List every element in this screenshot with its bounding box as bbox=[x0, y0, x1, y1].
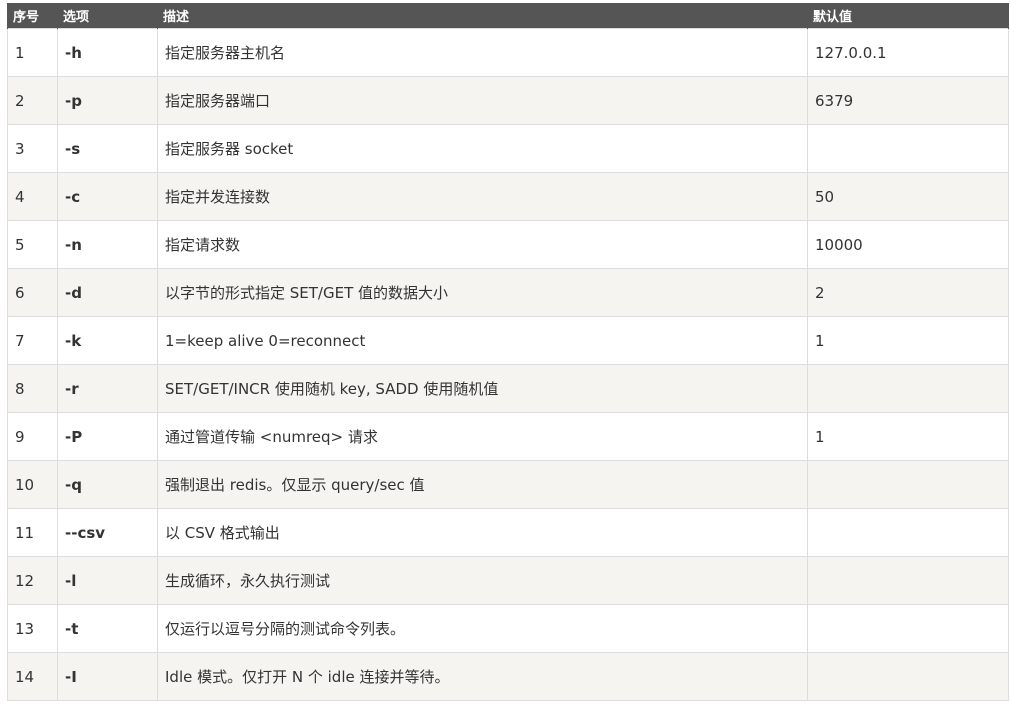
cell-option: -s bbox=[57, 124, 158, 173]
cell-default: 1 bbox=[807, 412, 1009, 461]
cell-default bbox=[807, 508, 1009, 557]
cell-option: -r bbox=[57, 364, 158, 413]
table-row: 7 -k 1=keep alive 0=reconnect 1 bbox=[7, 316, 1009, 365]
cell-index: 10 bbox=[7, 460, 58, 509]
cell-description: Idle 模式。仅打开 N 个 idle 连接并等待。 bbox=[157, 652, 808, 701]
cell-default bbox=[807, 364, 1009, 413]
cell-option: -c bbox=[57, 172, 158, 221]
cell-description: 指定请求数 bbox=[157, 220, 808, 269]
cell-option: -t bbox=[57, 604, 158, 653]
cell-option: -P bbox=[57, 412, 158, 461]
cell-default bbox=[807, 652, 1009, 701]
table-body: 1 -h 指定服务器主机名 127.0.0.1 2 -p 指定服务器端口 637… bbox=[7, 28, 1009, 701]
table-row: 4 -c 指定并发连接数 50 bbox=[7, 172, 1009, 221]
table-row: 11 --csv 以 CSV 格式输出 bbox=[7, 508, 1009, 557]
cell-description: 指定服务器端口 bbox=[157, 76, 808, 125]
cell-index: 8 bbox=[7, 364, 58, 413]
cell-default: 10000 bbox=[807, 220, 1009, 269]
cell-index: 2 bbox=[7, 76, 58, 125]
cell-index: 4 bbox=[7, 172, 58, 221]
header-description: 描述 bbox=[157, 3, 808, 29]
cell-option: -q bbox=[57, 460, 158, 509]
cell-description: 以 CSV 格式输出 bbox=[157, 508, 808, 557]
table-row: 9 -P 通过管道传输 <numreq> 请求 1 bbox=[7, 412, 1009, 461]
cell-description: 1=keep alive 0=reconnect bbox=[157, 316, 808, 365]
header-index: 序号 bbox=[7, 3, 58, 29]
cell-index: 9 bbox=[7, 412, 58, 461]
cell-index: 5 bbox=[7, 220, 58, 269]
cell-option: -I bbox=[57, 652, 158, 701]
cell-default: 2 bbox=[807, 268, 1009, 317]
cell-default: 1 bbox=[807, 316, 1009, 365]
header-option: 选项 bbox=[57, 3, 158, 29]
cell-description: 仅运行以逗号分隔的测试命令列表。 bbox=[157, 604, 808, 653]
table-header: 序号 选项 描述 默认值 bbox=[7, 3, 1009, 29]
cell-default bbox=[807, 460, 1009, 509]
cell-index: 13 bbox=[7, 604, 58, 653]
cell-description: 以字节的形式指定 SET/GET 值的数据大小 bbox=[157, 268, 808, 317]
cell-description: 指定并发连接数 bbox=[157, 172, 808, 221]
cell-index: 11 bbox=[7, 508, 58, 557]
cell-default: 127.0.0.1 bbox=[807, 28, 1009, 77]
table-row: 2 -p 指定服务器端口 6379 bbox=[7, 76, 1009, 125]
table-row: 1 -h 指定服务器主机名 127.0.0.1 bbox=[7, 28, 1009, 77]
cell-description: 通过管道传输 <numreq> 请求 bbox=[157, 412, 808, 461]
table-row: 6 -d 以字节的形式指定 SET/GET 值的数据大小 2 bbox=[7, 268, 1009, 317]
table-row: 8 -r SET/GET/INCR 使用随机 key, SADD 使用随机值 bbox=[7, 364, 1009, 413]
cell-description: 生成循环，永久执行测试 bbox=[157, 556, 808, 605]
cell-default bbox=[807, 604, 1009, 653]
cell-description: 指定服务器 socket bbox=[157, 124, 808, 173]
cell-default: 50 bbox=[807, 172, 1009, 221]
table-row: 5 -n 指定请求数 10000 bbox=[7, 220, 1009, 269]
cell-option: -l bbox=[57, 556, 158, 605]
table-row: 3 -s 指定服务器 socket bbox=[7, 124, 1009, 173]
options-table: 序号 选项 描述 默认值 1 -h 指定服务器主机名 127.0.0.1 2 -… bbox=[7, 3, 1009, 701]
cell-default bbox=[807, 556, 1009, 605]
header-row: 序号 选项 描述 默认值 bbox=[7, 3, 1009, 29]
header-default: 默认值 bbox=[807, 3, 1009, 29]
cell-option: -d bbox=[57, 268, 158, 317]
cell-description: 指定服务器主机名 bbox=[157, 28, 808, 77]
cell-option: -p bbox=[57, 76, 158, 125]
cell-default: 6379 bbox=[807, 76, 1009, 125]
table-row: 13 -t 仅运行以逗号分隔的测试命令列表。 bbox=[7, 604, 1009, 653]
cell-option: -n bbox=[57, 220, 158, 269]
cell-description: 强制退出 redis。仅显示 query/sec 值 bbox=[157, 460, 808, 509]
cell-option: -k bbox=[57, 316, 158, 365]
cell-default bbox=[807, 124, 1009, 173]
cell-index: 6 bbox=[7, 268, 58, 317]
cell-index: 3 bbox=[7, 124, 58, 173]
cell-index: 7 bbox=[7, 316, 58, 365]
cell-index: 1 bbox=[7, 28, 58, 77]
cell-index: 12 bbox=[7, 556, 58, 605]
cell-description: SET/GET/INCR 使用随机 key, SADD 使用随机值 bbox=[157, 364, 808, 413]
cell-option: --csv bbox=[57, 508, 158, 557]
table-row: 12 -l 生成循环，永久执行测试 bbox=[7, 556, 1009, 605]
table-row: 14 -I Idle 模式。仅打开 N 个 idle 连接并等待。 bbox=[7, 652, 1009, 701]
options-table-container: 序号 选项 描述 默认值 1 -h 指定服务器主机名 127.0.0.1 2 -… bbox=[7, 3, 1009, 701]
table-row: 10 -q 强制退出 redis。仅显示 query/sec 值 bbox=[7, 460, 1009, 509]
cell-index: 14 bbox=[7, 652, 58, 701]
cell-option: -h bbox=[57, 28, 158, 77]
